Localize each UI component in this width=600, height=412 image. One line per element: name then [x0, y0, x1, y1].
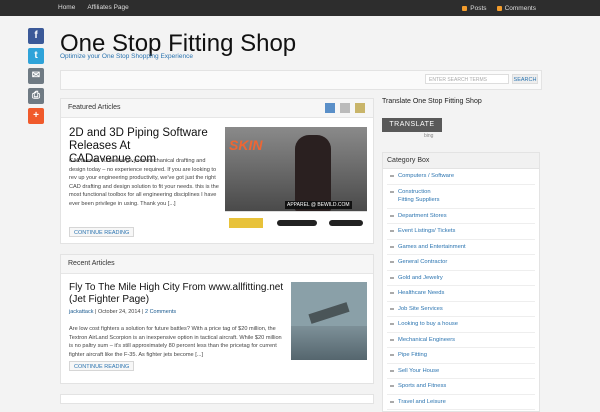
category-link[interactable]: Event Listings/ Tickets — [387, 224, 535, 240]
translate-button[interactable]: TRANSLATE — [382, 118, 442, 132]
category-link[interactable]: Computers / Software — [387, 169, 535, 185]
category-link[interactable]: Games and Entertainment — [387, 240, 535, 255]
slideshow-view-icon[interactable] — [325, 103, 335, 113]
recent-article-excerpt: Are low cost fighters a solution for fut… — [69, 326, 282, 358]
nav-link[interactable]: Home — [58, 0, 75, 16]
model-figure — [295, 135, 331, 211]
rss-icon — [462, 5, 468, 11]
search-button[interactable]: SEARCH — [512, 74, 538, 84]
featured-continue-reading-button[interactable]: CONTINUE READING — [69, 227, 135, 237]
category-link[interactable]: Department Stores — [387, 209, 535, 224]
top-navigation-bar: Home Affiliates Page Posts Comments — [0, 0, 600, 16]
video-view-icon[interactable] — [340, 103, 350, 113]
site-tagline: Optimize your One Stop Shopping Experien… — [60, 53, 193, 60]
sunglasses-thumb — [329, 220, 363, 226]
twitter-icon[interactable]: t — [28, 48, 44, 64]
category-list: Computers / Software Construction Fitting… — [383, 169, 539, 410]
category-link[interactable]: General Contractor — [387, 255, 535, 271]
image-ground — [291, 326, 367, 360]
image-view-icon[interactable] — [355, 103, 365, 113]
post-date: October 24, 2014 — [97, 309, 141, 315]
rss-icon — [496, 5, 502, 11]
category-link[interactable]: Sell Your House — [387, 364, 535, 379]
category-link[interactable]: Construction Fitting Suppliers — [387, 185, 535, 209]
recent-continue-reading-button[interactable]: CONTINUE READING — [69, 361, 135, 371]
category-link[interactable]: Mechanical Engineers — [387, 333, 535, 348]
category-link[interactable]: Job Site Services — [387, 302, 535, 317]
print-icon[interactable]: ⎙ — [28, 88, 44, 104]
category-box: Category Box Computers / Software Constru… — [382, 152, 540, 412]
recent-article-title[interactable]: Fly To The Mile High City From www.allfi… — [69, 282, 289, 306]
nav-link[interactable]: Affiliates Page — [87, 0, 128, 16]
category-link[interactable]: Pipe Fitting — [387, 348, 535, 364]
comments-feed-link[interactable]: Comments — [496, 5, 536, 12]
bing-logo: bing — [424, 133, 434, 139]
category-link[interactable]: Gold and Jewelry — [387, 271, 535, 286]
featured-article-image[interactable]: SKIN APPAREL @ BEWILD.COM — [225, 127, 367, 235]
category-link[interactable]: Healthcare Needs — [387, 286, 535, 302]
facebook-icon[interactable]: f — [28, 28, 44, 44]
author-link[interactable]: jackattack — [69, 309, 93, 315]
top-nav: Home Affiliates Page — [58, 0, 129, 16]
next-box — [60, 394, 374, 404]
featured-article-excerpt: CADavenue Turbocharge your mechanical dr… — [69, 158, 219, 207]
jet-silhouette — [308, 302, 350, 324]
category-link[interactable]: Travel and Leisure — [387, 395, 535, 410]
feed-links: Posts Comments — [462, 0, 536, 16]
featured-view-controls — [325, 103, 365, 113]
social-share-bar: f t ✉ ⎙ + — [28, 28, 44, 124]
featured-articles-box: Featured Articles 2D and 3D Piping Softw… — [60, 98, 374, 244]
category-link[interactable]: Looking to buy a house — [387, 317, 535, 333]
translate-widget-title: Translate One Stop Fitting Shop — [382, 98, 482, 105]
sunglasses-strip — [225, 211, 367, 235]
recent-article-meta: jackattack | October 24, 2014 | 2 Commen… — [69, 309, 177, 315]
plus-icon[interactable]: + — [28, 108, 44, 124]
category-box-header: Category Box — [383, 153, 539, 169]
recent-articles-box: Recent Articles Fly To The Mile High Cit… — [60, 254, 374, 384]
skin-logo-text: SKIN — [229, 137, 263, 153]
recent-articles-header: Recent Articles — [61, 255, 373, 274]
category-link[interactable]: Sports and Fitness — [387, 379, 535, 395]
sunglasses-thumb — [229, 218, 263, 228]
comments-link[interactable]: 2 Comments — [145, 309, 176, 315]
sunglasses-thumb — [277, 220, 317, 226]
email-icon[interactable]: ✉ — [28, 68, 44, 84]
search-bar: ENTER SEARCH TERMS SEARCH — [60, 70, 542, 90]
jet-fighter-image[interactable] — [291, 282, 367, 360]
search-input[interactable]: ENTER SEARCH TERMS — [425, 74, 509, 84]
posts-feed-link[interactable]: Posts — [462, 5, 487, 12]
apparel-caption: APPAREL @ BEWILD.COM — [285, 201, 352, 209]
